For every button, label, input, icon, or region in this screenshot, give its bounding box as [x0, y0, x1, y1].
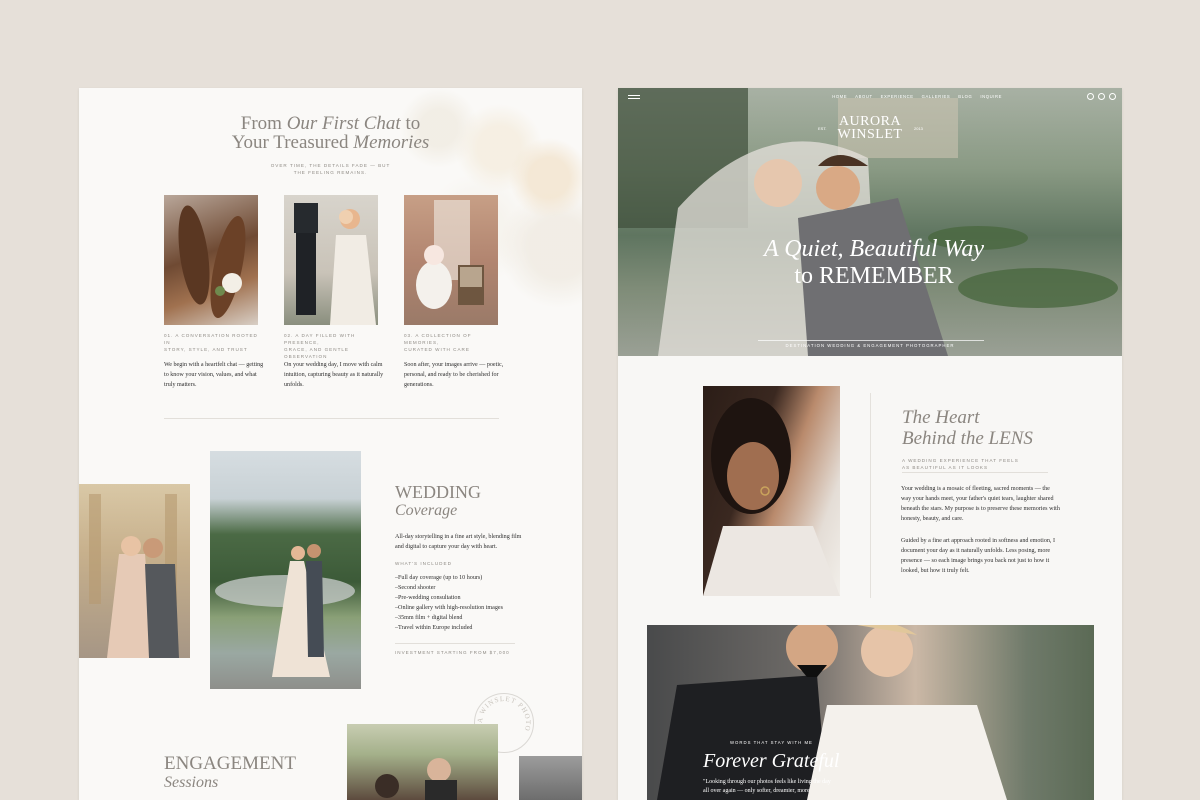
- about-subtitle: A WEDDING EXPERIENCE THAT FEELS AS BEAUT…: [902, 458, 1019, 470]
- bride-portrait-photo: [703, 386, 840, 596]
- wedding-subtitle: Coverage: [395, 502, 458, 519]
- interior-details-photo: [404, 195, 498, 325]
- bw-photo: [519, 756, 582, 800]
- engagement-photo: [347, 724, 498, 800]
- engagement-title: ENGAGEMENT: [164, 753, 296, 774]
- testimonial-couple-photo: [647, 625, 1094, 800]
- step-2-text: On your wedding day, I move with calm in…: [284, 362, 384, 388]
- step-1-text: We begin with a heartfelt chat — getting…: [164, 362, 264, 388]
- site-logo[interactable]: AURORA WINSLET: [828, 115, 912, 142]
- wedding-title: WEDDING: [395, 482, 481, 502]
- about-paragraph-1: Your wedding is a mosaic of fleeting, sa…: [901, 486, 1060, 522]
- shoes-photo: [164, 195, 258, 325]
- step-1-caption: 01. A CONVERSATION ROOTED IN STORY, STYLE…: [164, 333, 258, 352]
- investment-divider: [395, 643, 515, 644]
- vertical-divider: [870, 393, 871, 598]
- hero-divider: [758, 340, 984, 341]
- testimonial-quote: "Looking through our photos feels like l…: [703, 779, 831, 794]
- list-item: –Travel within Europe included: [395, 625, 473, 631]
- step-3-text: Soon after, your images arrive — poetic,…: [404, 362, 504, 388]
- testimonial-label: WORDS THAT STAY WITH ME: [730, 740, 813, 745]
- engagement-subtitle: Sessions: [164, 774, 219, 791]
- logo-year: 2013: [914, 126, 923, 131]
- included-label: WHAT'S INCLUDED: [395, 561, 452, 566]
- email-icon[interactable]: [1109, 93, 1116, 100]
- about-divider: [902, 472, 1048, 473]
- list-item: –Online gallery with high-resolution ima…: [395, 605, 503, 611]
- list-item: –Full day coverage (up to 10 hours): [395, 575, 483, 581]
- couple-walking-photo: [284, 195, 378, 325]
- garden-fountain-photo: [210, 451, 361, 689]
- investment-text: INVESTMENT STARTING FROM $7,000: [395, 650, 510, 655]
- list-item: –Pre-wedding consultation: [395, 595, 461, 601]
- step-3-caption: 03. A COLLECTION OF MEMORIES, CURATED WIT…: [404, 333, 472, 352]
- menu-icon[interactable]: [628, 95, 640, 101]
- left-page-mockup: From Our First Chat to Your Treasured Me…: [79, 88, 582, 800]
- nav-home[interactable]: HOME: [832, 94, 847, 99]
- step-2-caption: 02. A DAY FILLED WITH PRESENCE, GRACE, AN…: [284, 333, 356, 359]
- facebook-icon[interactable]: [1087, 93, 1094, 100]
- nav-galleries[interactable]: GALLERIES: [922, 94, 951, 99]
- pinterest-icon[interactable]: [1098, 93, 1105, 100]
- nav-about[interactable]: ABOUT: [855, 94, 872, 99]
- about-paragraph-2: Guided by a fine art approach rooted in …: [901, 538, 1055, 574]
- hero-heading: From Our First Chat to Your Treasured Me…: [231, 113, 430, 153]
- nav-inquire[interactable]: INQUIRE: [980, 94, 1002, 99]
- couple-arcade-photo: [79, 484, 190, 658]
- nav-blog[interactable]: BLOG: [958, 94, 972, 99]
- logo-est: EST.: [818, 126, 827, 131]
- testimonial-title: Forever Grateful: [703, 750, 840, 772]
- nav-experience[interactable]: EXPERIENCE: [881, 94, 914, 99]
- top-nav: HOME ABOUT EXPERIENCE GALLERIES BLOG INQ…: [832, 94, 1002, 99]
- right-page-mockup: HOME ABOUT EXPERIENCE GALLERIES BLOG INQ…: [618, 88, 1122, 800]
- hero-tagline: A Quiet, Beautiful Way to REMEMBER: [764, 236, 984, 289]
- included-list: –Full day coverage (up to 10 hours) –Sec…: [395, 573, 555, 633]
- about-title: The Heart Behind the LENS: [902, 407, 1033, 449]
- hero-subtitle: OVER TIME, THE DETAILS FADE — BUT THE FE…: [270, 163, 391, 175]
- hero-caption: DESTINATION WEDDING & ENGAGEMENT PHOTOGR…: [785, 343, 955, 348]
- wedding-description: All-day storytelling in a fine art style…: [395, 534, 522, 550]
- list-item: –Second shooter: [395, 585, 436, 591]
- social-icons: [1087, 93, 1116, 100]
- list-item: –35mm film + digital blend: [395, 615, 463, 621]
- section-divider: [164, 418, 499, 419]
